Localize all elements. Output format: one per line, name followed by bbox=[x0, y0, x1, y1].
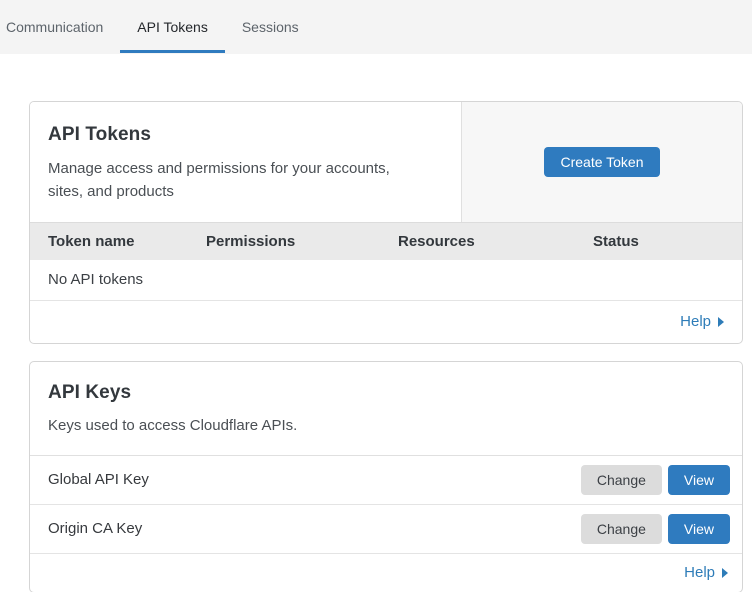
column-header-token-name: Token name bbox=[48, 233, 206, 250]
keys-help-link[interactable]: Help bbox=[684, 564, 728, 581]
tab-bar: Communication API Tokens Sessions bbox=[0, 0, 752, 54]
tokens-table-empty-row: No API tokens bbox=[30, 260, 742, 301]
help-arrow-icon bbox=[718, 317, 724, 327]
api-keys-description: Keys used to access Cloudflare APIs. bbox=[48, 414, 724, 437]
key-name-origin-ca: Origin CA Key bbox=[48, 520, 581, 537]
change-origin-ca-key-button[interactable]: Change bbox=[581, 514, 662, 544]
column-header-permissions: Permissions bbox=[206, 233, 398, 250]
tab-api-tokens[interactable]: API Tokens bbox=[120, 0, 225, 54]
tokens-help-label: Help bbox=[680, 313, 711, 330]
api-key-row-origin-ca: Origin CA Key Change View bbox=[30, 505, 742, 554]
api-tokens-header-action-panel: Create Token bbox=[461, 102, 742, 222]
api-keys-title: API Keys bbox=[48, 382, 724, 404]
help-arrow-icon bbox=[722, 568, 728, 578]
tab-sessions[interactable]: Sessions bbox=[225, 0, 316, 54]
view-global-key-button[interactable]: View bbox=[668, 465, 730, 495]
tab-communication[interactable]: Communication bbox=[6, 0, 120, 54]
api-tokens-card-header: API Tokens Manage access and permissions… bbox=[30, 102, 742, 222]
api-tokens-card: API Tokens Manage access and permissions… bbox=[29, 101, 743, 344]
api-keys-card-header: API Keys Keys used to access Cloudflare … bbox=[30, 362, 742, 456]
keys-help-label: Help bbox=[684, 564, 715, 581]
tokens-table-header: Token name Permissions Resources Status bbox=[30, 222, 742, 260]
column-header-resources: Resources bbox=[398, 233, 593, 250]
api-tokens-title: API Tokens bbox=[48, 124, 443, 146]
create-token-button[interactable]: Create Token bbox=[544, 147, 659, 177]
api-keys-card: API Keys Keys used to access Cloudflare … bbox=[29, 361, 743, 592]
change-global-key-button[interactable]: Change bbox=[581, 465, 662, 495]
tab-api-tokens-label: API Tokens bbox=[137, 19, 208, 35]
column-header-status: Status bbox=[593, 233, 742, 250]
tab-communication-label: Communication bbox=[6, 19, 103, 35]
api-tokens-header-text: API Tokens Manage access and permissions… bbox=[30, 102, 461, 222]
tab-sessions-label: Sessions bbox=[242, 19, 299, 35]
api-tokens-description: Manage access and permissions for your a… bbox=[48, 157, 408, 204]
key-name-global: Global API Key bbox=[48, 471, 581, 488]
api-key-row-global: Global API Key Change View bbox=[30, 456, 742, 505]
tokens-help-link[interactable]: Help bbox=[680, 313, 724, 330]
view-origin-ca-key-button[interactable]: View bbox=[668, 514, 730, 544]
keys-help-row: Help bbox=[30, 554, 742, 592]
empty-tokens-message: No API tokens bbox=[48, 271, 143, 288]
tokens-help-row: Help bbox=[30, 301, 742, 343]
